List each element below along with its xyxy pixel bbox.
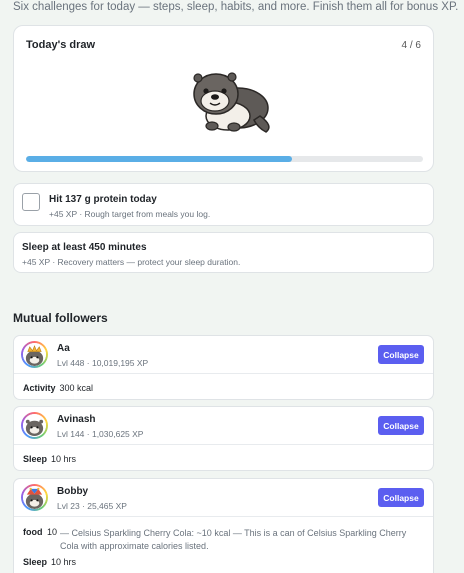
- challenge-title: Hit 137 g protein today: [49, 194, 157, 205]
- draw-count: 4 / 6: [401, 40, 421, 51]
- follower-meta: Lvl 448 · 10,019,195 XP: [57, 358, 149, 368]
- jester-otter-avatar-icon[interactable]: [21, 484, 48, 511]
- challenge-card[interactable]: Hit 137 g protein today +45 XP · Rough t…: [13, 183, 434, 226]
- crowned-otter-avatar-icon[interactable]: [21, 341, 48, 368]
- challenge-card[interactable]: Sleep at least 450 minutes +45 XP · Reco…: [13, 232, 434, 273]
- follower-header: Aa Lvl 448 · 10,019,195 XP Collapse: [14, 336, 433, 374]
- follower-name: Bobby: [57, 486, 89, 497]
- follower-meta: Lvl 23 · 25,465 XP: [57, 501, 127, 511]
- food-quantity: 10: [47, 527, 58, 537]
- follower-card: Bobby Lvl 23 · 25,465 XP Collapse food 1…: [13, 478, 434, 573]
- challenge-subtitle: +45 XP · Recovery matters — protect your…: [22, 257, 241, 267]
- collapse-button[interactable]: Collapse: [378, 345, 424, 364]
- collapse-button[interactable]: Collapse: [378, 488, 424, 507]
- stat-value: 10 hrs: [51, 557, 77, 567]
- follower-header: Avinash Lvl 144 · 1,030,625 XP Collapse: [14, 407, 433, 445]
- draw-progress-bar: [26, 156, 423, 162]
- otter-mascot-icon: [182, 68, 274, 134]
- draw-title: Today's draw: [26, 39, 96, 51]
- follower-stat: Sleep 10 hrs: [23, 454, 76, 464]
- draw-progress-fill: [26, 156, 292, 162]
- follower-card: Aa Lvl 448 · 10,019,195 XP Collapse Acti…: [13, 335, 434, 400]
- stat-value: 10 hrs: [51, 454, 77, 464]
- stat-label: Sleep: [23, 454, 48, 464]
- follower-card: Avinash Lvl 144 · 1,030,625 XP Collapse …: [13, 406, 434, 471]
- stat-label: Sleep: [23, 557, 48, 567]
- todays-draw-card: Today's draw 4 / 6: [13, 25, 434, 172]
- follower-meta: Lvl 144 · 1,030,625 XP: [57, 429, 144, 439]
- intro-text: Six challenges for today — steps, sleep,…: [13, 1, 459, 13]
- food-label: food: [23, 527, 43, 537]
- stat-label: Activity: [23, 383, 56, 393]
- challenge-title: Sleep at least 450 minutes: [22, 242, 147, 253]
- challenge-subtitle: +45 XP · Rough target from meals you log…: [49, 209, 211, 219]
- stat-value: 300 kcal: [59, 383, 94, 393]
- follower-header: Bobby Lvl 23 · 25,465 XP Collapse: [14, 479, 433, 517]
- follower-stat: Activity 300 kcal: [23, 383, 93, 393]
- otter-avatar-icon[interactable]: [21, 412, 48, 439]
- follower-name: Avinash: [57, 414, 96, 425]
- food-description: — Celsius Sparkling Cherry Cola: ~10 kca…: [60, 528, 407, 551]
- collapse-button[interactable]: Collapse: [378, 416, 424, 435]
- follower-stat: Sleep 10 hrs: [23, 557, 76, 567]
- challenge-checkbox[interactable]: [22, 193, 40, 211]
- follower-name: Aa: [57, 343, 70, 354]
- mutual-followers-title: Mutual followers: [13, 311, 108, 325]
